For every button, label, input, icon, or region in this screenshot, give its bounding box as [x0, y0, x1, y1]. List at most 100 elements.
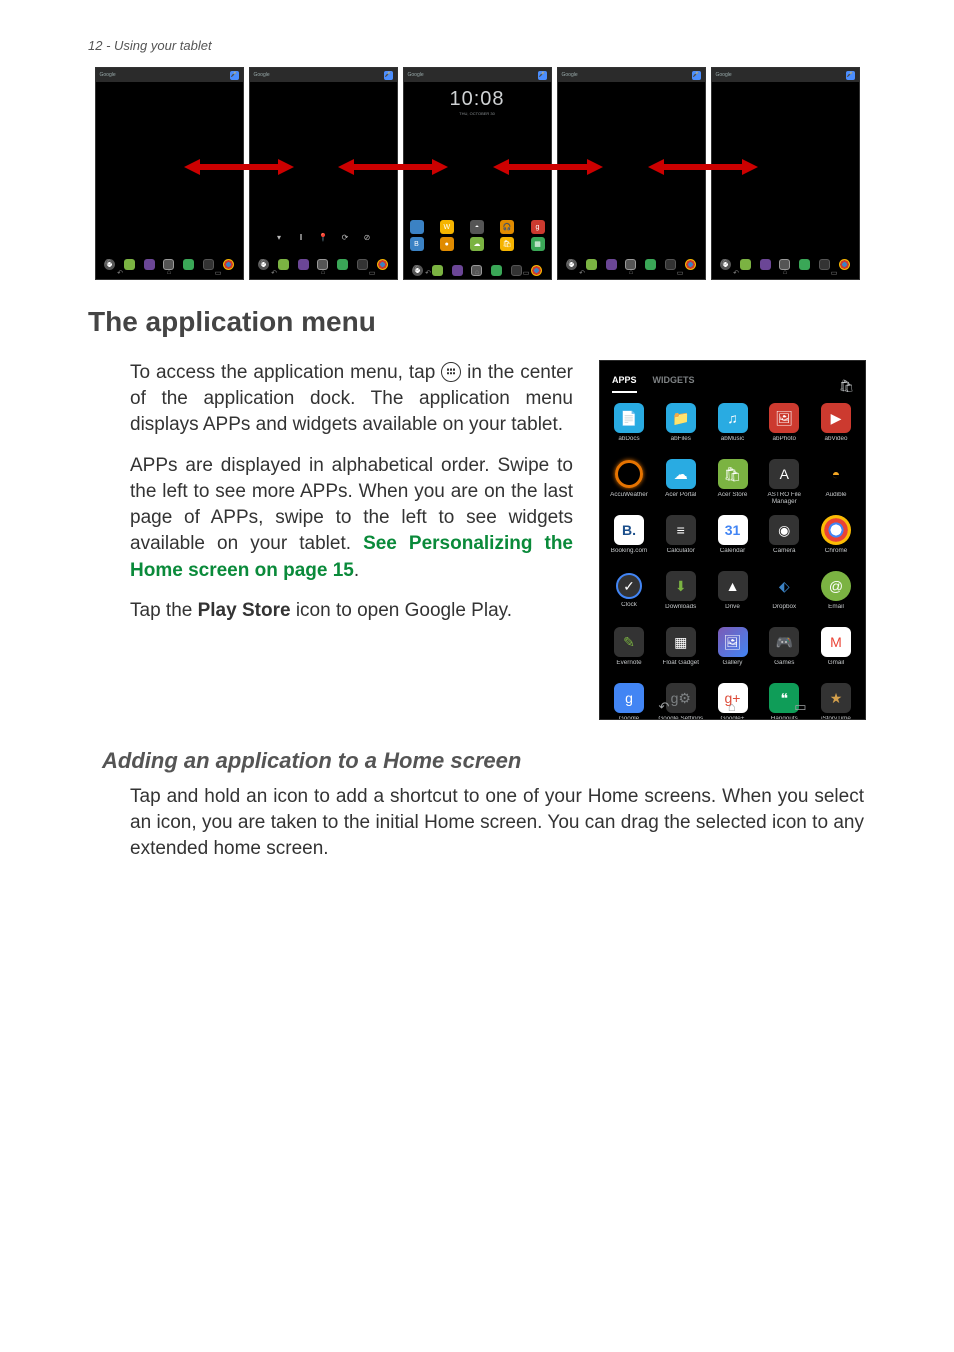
dock-app-icon — [144, 259, 155, 270]
dock-play-icon — [183, 259, 194, 270]
nav-back-icon: ↶ — [114, 269, 126, 277]
homescreen-shot-3: Google🎤 10:08 THU, OCTOBER 30 W ◓ 🎧 g B … — [403, 67, 552, 280]
page-header: 12 - Using your tablet — [88, 38, 866, 53]
search-label: Google — [408, 72, 424, 78]
ctrl-down-icon: ▾ — [274, 233, 284, 243]
mini-app-icon: ▦ — [531, 237, 545, 251]
app-cell: 🖼 abPhoto — [761, 403, 807, 449]
nav-recent-icon: ▭ — [674, 269, 686, 277]
app-label: Acer Store — [710, 492, 756, 505]
app-label: Clock — [606, 602, 652, 615]
search-label: Google — [254, 72, 270, 78]
app-cell: MGmail — [813, 627, 859, 673]
app-label: Audible — [813, 492, 859, 505]
app-label: Drive — [710, 604, 756, 617]
app-icon: @ — [821, 571, 851, 601]
nav-recent-icon: ▭ — [828, 269, 840, 277]
dock-apps-icon — [317, 259, 328, 270]
tab-apps: APPS — [612, 375, 637, 393]
app-icon: 📁 — [666, 403, 696, 433]
dock-camera-icon — [203, 259, 214, 270]
text: To access the application menu, tap — [130, 362, 441, 383]
dock-phone-icon — [258, 259, 269, 270]
dock-camera-icon — [819, 259, 830, 270]
mic-icon: 🎤 — [692, 71, 701, 80]
app-label: abPhoto — [761, 436, 807, 449]
search-label: Google — [562, 72, 578, 78]
app-label: Evernote — [606, 660, 652, 673]
app-label: Google — [606, 716, 652, 720]
app-icon: 📄 — [614, 403, 644, 433]
app-cell: ◉Camera — [761, 515, 807, 561]
nav-back-icon: ↶ — [422, 269, 434, 277]
app-cell: 🛍Acer Store — [710, 459, 756, 505]
app-label: abFiles — [658, 436, 704, 449]
homescreen-shot-4: Google🎤 ↶⌂▭ — [557, 67, 706, 280]
mini-app-icon: ☁ — [470, 237, 484, 251]
app-icon: ♫ — [718, 403, 748, 433]
subsection-heading: Adding an application to a Home screen — [102, 748, 866, 774]
app-label: Google+ — [710, 716, 756, 720]
app-cell: AccuWeather — [606, 459, 652, 505]
nav-home-icon: ⌂ — [779, 269, 791, 277]
app-cell: AASTRO File Manager — [761, 459, 807, 505]
dock-app-icon — [278, 259, 289, 270]
nav-back-icon: ↶ — [576, 269, 588, 277]
app-label: Booking.com — [606, 548, 652, 561]
dock-play-icon — [337, 259, 348, 270]
dock-apps-icon — [163, 259, 174, 270]
nav-home-icon: ⌂ — [728, 699, 736, 715]
app-cell: ☁Acer Portal — [658, 459, 704, 505]
app-label: iStoryTime — [813, 716, 859, 720]
dock-play-icon — [645, 259, 656, 270]
app-icon: ◓ — [821, 459, 851, 489]
app-label: Email — [813, 604, 859, 617]
app-cell: ◓ Audible — [813, 459, 859, 505]
paragraph-1: To access the application menu, tap in t… — [88, 360, 573, 439]
app-cell: ▦Float Gadget — [658, 627, 704, 673]
app-icon: ▦ — [666, 627, 696, 657]
text-bold: Play Store — [198, 600, 291, 621]
app-icon: B. — [614, 515, 644, 545]
app-label: Downloads — [658, 604, 704, 617]
app-cell: Chrome — [813, 515, 859, 561]
app-cell: 🎮 Games — [761, 627, 807, 673]
dock-apps-icon — [625, 259, 636, 270]
nav-home-icon: ⌂ — [163, 269, 175, 277]
app-icon: 🖼 — [718, 627, 748, 657]
app-cell: ≡Calculator — [658, 515, 704, 561]
mini-app-icon: ● — [440, 237, 454, 251]
app-icon: ▲ — [718, 571, 748, 601]
paragraph-4: Tap and hold an icon to add a shortcut t… — [88, 784, 866, 863]
search-label: Google — [716, 72, 732, 78]
app-icon: M — [821, 627, 851, 657]
nav-recent-icon: ▭ — [212, 269, 224, 277]
app-label: Games — [761, 660, 807, 673]
dock-camera-icon — [665, 259, 676, 270]
app-cell: 🖼Gallery — [710, 627, 756, 673]
dock-chrome-icon — [839, 259, 850, 270]
nav-back-icon: ↶ — [268, 269, 280, 277]
app-icon — [614, 459, 644, 489]
app-icon — [821, 515, 851, 545]
app-icon: ⬖ — [769, 571, 799, 601]
dock-app-icon — [760, 259, 771, 270]
app-cell: ▲ Drive — [710, 571, 756, 617]
mini-app-icon — [410, 220, 424, 234]
app-cell: 📄abDocs — [606, 403, 652, 449]
tab-widgets: WIDGETS — [653, 375, 695, 393]
app-label: Calendar — [710, 548, 756, 561]
app-icon: A — [769, 459, 799, 489]
dock-chrome-icon — [685, 259, 696, 270]
ctrl-pause-icon: ‖ — [296, 233, 306, 243]
app-icon: 🎮 — [769, 627, 799, 657]
nav-home-icon: ⌂ — [317, 269, 329, 277]
clock-time: 10:08 — [404, 88, 551, 111]
app-label: Google Settings — [658, 716, 704, 720]
app-cell: 📁 abFiles — [658, 403, 704, 449]
app-cell: 31Calendar — [710, 515, 756, 561]
search-label: Google — [100, 72, 116, 78]
dock-app-icon — [586, 259, 597, 270]
homescreen-carousel-figure: Google🎤 ↶⌂▭ Google🎤 ▾ ‖ 📍 ⟳ — [88, 67, 866, 280]
app-icon: 🖼 — [769, 403, 799, 433]
